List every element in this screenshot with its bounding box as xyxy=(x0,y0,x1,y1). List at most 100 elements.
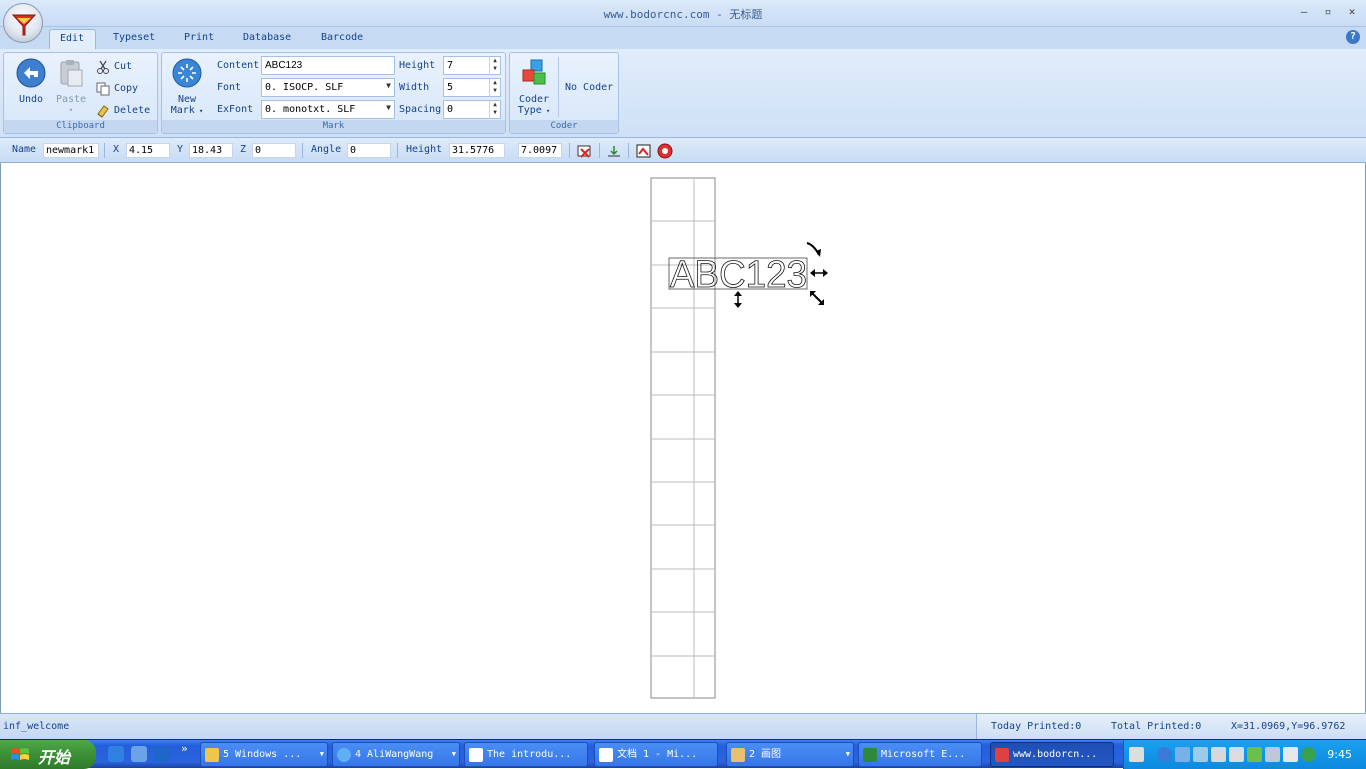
width-spinner[interactable]: 5 ▲ ▼ xyxy=(443,78,501,97)
tab-print[interactable]: Print xyxy=(174,29,224,49)
ribbon-tabs: Edit Typeset Print Database Barcode ? xyxy=(0,27,1366,49)
width-spinner-value: 5 xyxy=(447,82,454,93)
picture-icon[interactable] xyxy=(636,143,652,159)
tab-barcode[interactable]: Barcode xyxy=(311,29,373,49)
align-icon[interactable] xyxy=(606,143,622,159)
y-input[interactable]: 18.43 xyxy=(189,143,233,158)
font-select[interactable]: 0. ISOCP. SLF ▼ xyxy=(261,78,395,97)
z-label: Z xyxy=(240,144,247,155)
resize-horizontal-icon[interactable] xyxy=(810,269,828,277)
chevron-down-icon: ▼ xyxy=(319,750,324,758)
chat-icon xyxy=(337,748,351,762)
copy-label: Copy xyxy=(114,83,139,94)
x-input[interactable]: 4.15 xyxy=(126,143,170,158)
task-label: 4 AliWangWang xyxy=(355,749,434,760)
coder-type-label-2: Type xyxy=(517,105,542,116)
start-button[interactable]: 开始 xyxy=(0,740,96,769)
close-button[interactable]: ✕ xyxy=(1343,5,1361,19)
undo-button[interactable]: Undo xyxy=(11,58,51,105)
coder-type-button[interactable]: Coder Type ▾ xyxy=(514,58,554,117)
spin-arrows-icon[interactable]: ▲ ▼ xyxy=(489,57,500,74)
word-icon xyxy=(469,748,483,762)
spin-arrows-icon[interactable]: ▲ ▼ xyxy=(489,101,500,118)
folder-icon xyxy=(205,748,219,762)
font-label: Font xyxy=(217,82,242,93)
delete-button[interactable]: Delete xyxy=(96,102,150,120)
property-bar: Name newmark1 X 4.15 Y 18.43 Z 0 Angle 0… xyxy=(0,138,1366,163)
coder-type-label-1: Coder xyxy=(518,94,550,105)
width-label: Width xyxy=(399,82,430,93)
height-spinner[interactable]: 7 ▲ ▼ xyxy=(443,56,501,75)
angle-input[interactable]: 0 xyxy=(347,143,391,158)
help-icon[interactable]: ? xyxy=(1346,30,1360,44)
restore-button[interactable]: ▫ xyxy=(1319,5,1337,19)
status-panel: Today Printed:0 Total Printed:0 X=31.096… xyxy=(976,714,1366,740)
task-aliwangwang[interactable]: 4 AliWangWang ▼ xyxy=(332,742,460,767)
task-paint[interactable]: 2 画图 ▼ xyxy=(726,742,854,767)
content-input[interactable]: ABC123 xyxy=(261,56,395,75)
umbrella-icon[interactable] xyxy=(1301,747,1316,762)
record-icon[interactable] xyxy=(657,143,673,159)
new-mark-label-2: Mark xyxy=(170,105,195,116)
task-windows-explorer[interactable]: 5 Windows ... ▼ xyxy=(200,742,328,767)
separator xyxy=(397,143,398,158)
security-icon[interactable] xyxy=(1211,747,1226,762)
usb-icon[interactable] xyxy=(1265,747,1280,762)
size-width-input[interactable]: 7.0097 xyxy=(518,143,562,158)
task-label: www.bodorcn... xyxy=(1013,749,1098,760)
task-label: 2 画图 xyxy=(749,749,782,760)
tab-database[interactable]: Database xyxy=(233,29,301,49)
ie-icon[interactable] xyxy=(108,746,124,762)
paste-button[interactable]: Paste ▾ xyxy=(53,58,89,116)
network-icon[interactable] xyxy=(1175,747,1190,762)
z-input[interactable]: 0 xyxy=(252,143,296,158)
clock: 9:45 xyxy=(1327,748,1352,761)
exfont-select[interactable]: 0. monotxt. SLF ▼ xyxy=(261,100,395,119)
browser-icon[interactable] xyxy=(154,746,170,762)
word-icon xyxy=(599,748,613,762)
design-canvas[interactable]: ABC123 xyxy=(0,163,1366,713)
app-menu-button[interactable] xyxy=(3,3,43,43)
tray-expand-icon[interactable] xyxy=(1157,747,1172,762)
printer-icon[interactable] xyxy=(1283,747,1298,762)
coder-divider xyxy=(558,57,559,117)
ovi-icon[interactable] xyxy=(1247,747,1262,762)
app-logo-icon xyxy=(995,748,1009,762)
spin-arrows-icon[interactable]: ▲ ▼ xyxy=(489,79,500,96)
new-mark-button[interactable]: New Mark ▾ xyxy=(167,58,207,117)
size-height-input[interactable]: 31.5776 xyxy=(449,143,505,158)
undo-icon xyxy=(16,58,46,88)
new-mark-label-1: New xyxy=(177,94,197,105)
rotate-handle-icon[interactable] xyxy=(806,242,821,257)
app-logo-icon xyxy=(11,14,37,36)
task-word-document[interactable]: 文档 1 - Mi... xyxy=(594,742,718,767)
coder-type-dropdown-icon: ▾ xyxy=(541,107,551,115)
content-label: Content xyxy=(217,60,260,71)
cut-button[interactable]: Cut xyxy=(96,58,132,76)
canvas-drawing: ABC123 xyxy=(650,177,828,699)
media-icon[interactable] xyxy=(131,746,147,762)
copy-button[interactable]: Copy xyxy=(96,80,138,98)
lock-ratio-icon[interactable] xyxy=(577,143,593,159)
tab-edit[interactable]: Edit xyxy=(49,29,96,49)
update-icon[interactable] xyxy=(1193,747,1208,762)
tab-typeset[interactable]: Typeset xyxy=(103,29,165,49)
quicklaunch-overflow-icon[interactable]: » xyxy=(181,742,188,755)
status-message: inf_welcome xyxy=(3,721,70,732)
task-word-intro[interactable]: The introdu... xyxy=(464,742,588,767)
chevron-down-icon: ▼ xyxy=(451,750,456,758)
spacing-spinner[interactable]: 0 ▲ ▼ xyxy=(443,100,501,119)
minimize-button[interactable]: – xyxy=(1295,5,1313,19)
chevron-down-icon: ▼ xyxy=(386,103,391,112)
eraser-icon xyxy=(97,105,109,118)
mark-text[interactable]: ABC123 xyxy=(670,254,808,297)
paste-dropdown-icon: ▾ xyxy=(68,106,74,114)
keyboard-icon[interactable] xyxy=(1129,747,1144,762)
mark-group-label: Mark xyxy=(162,120,505,133)
task-excel[interactable]: Microsoft E... xyxy=(858,742,982,767)
task-bodorcnc[interactable]: www.bodorcn... xyxy=(990,742,1114,767)
name-input[interactable]: newmark1 xyxy=(43,143,99,158)
coder-group: Coder Type ▾ No Coder Coder xyxy=(509,52,619,134)
volume-icon[interactable] xyxy=(1229,747,1244,762)
resize-diagonal-icon[interactable] xyxy=(810,291,824,305)
